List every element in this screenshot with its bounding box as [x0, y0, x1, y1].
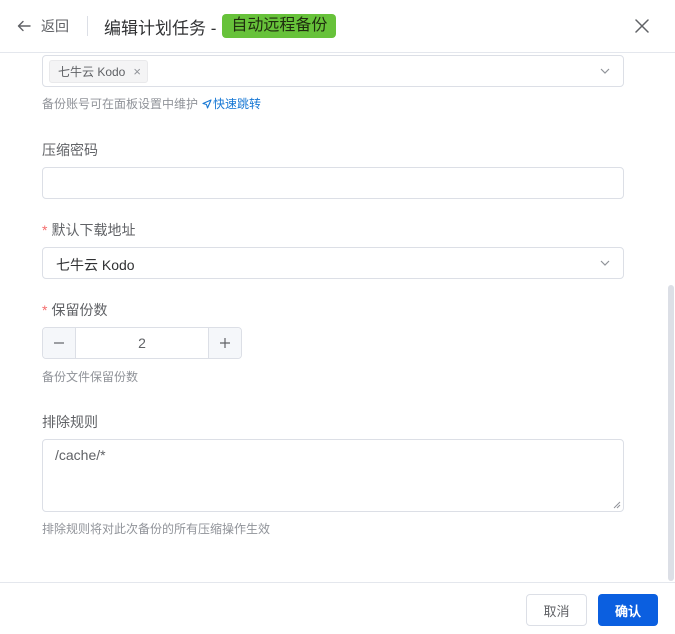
exclude-rules-textarea[interactable]: /cache/*	[42, 439, 624, 512]
required-mark: *	[42, 222, 48, 238]
chevron-down-icon	[600, 68, 610, 74]
cancel-button[interactable]: 取消	[526, 594, 587, 626]
confirm-button[interactable]: 确认	[598, 594, 658, 626]
hint-text: 备份账号可在面板设置中维护	[42, 97, 199, 111]
chevron-down-icon	[600, 260, 610, 266]
resize-handle-icon[interactable]	[613, 501, 621, 509]
retain-count-label: * 保留份数	[42, 300, 107, 320]
task-name-badge: 自动远程备份	[222, 14, 337, 38]
navigation-icon	[202, 99, 212, 109]
close-icon[interactable]	[632, 16, 652, 36]
drawer-header: 返回 编辑计划任务 - 自动远程备份	[0, 0, 675, 53]
back-button[interactable]: 返回	[16, 14, 69, 38]
tag-label: 七牛云 Kodo	[58, 65, 126, 79]
form-body: 七牛云 Kodo × 备份账号可在面板设置中维护 快速跳转 压缩密码 * 默认下载地…	[0, 54, 675, 582]
label-text: 排除规则	[42, 414, 98, 430]
required-mark: *	[42, 302, 48, 318]
backup-account-hint: 备份账号可在面板设置中维护 快速跳转	[42, 95, 261, 112]
back-label: 返回	[41, 18, 69, 34]
default-download-label: * 默认下载地址	[42, 220, 135, 240]
header-divider	[87, 16, 88, 36]
backup-account-tag: 七牛云 Kodo ×	[49, 60, 148, 83]
compress-password-input[interactable]	[42, 167, 624, 199]
default-download-select[interactable]: 七牛云 Kodo	[42, 247, 624, 279]
compress-password-label: 压缩密码	[42, 140, 98, 160]
label-text: 默认下载地址	[51, 222, 136, 238]
retain-count-input[interactable]: 2	[76, 335, 208, 351]
title-text: 编辑计划任务 -	[104, 18, 217, 38]
quick-jump-link[interactable]: 快速跳转	[202, 97, 261, 111]
retain-count-stepper: 2	[42, 327, 242, 359]
arrow-left-icon	[17, 20, 31, 32]
tag-close-icon[interactable]: ×	[133, 65, 141, 78]
scrollbar-thumb[interactable]	[668, 285, 674, 581]
exclude-rules-label: 排除规则	[42, 412, 98, 432]
minus-icon	[54, 342, 64, 344]
textarea-value: /cache/*	[55, 447, 106, 463]
backup-account-select[interactable]: 七牛云 Kodo ×	[42, 55, 624, 87]
label-text: 保留份数	[51, 302, 108, 318]
decrement-button[interactable]	[43, 328, 76, 358]
quick-jump-label: 快速跳转	[213, 97, 262, 111]
page-title: 编辑计划任务 - 自动远程备份	[104, 13, 337, 39]
hint-text: 排除规则将对此次备份的所有压缩操作生效	[42, 522, 271, 536]
drawer-footer: 取消 确认	[0, 582, 675, 634]
exclude-rules-hint: 排除规则将对此次备份的所有压缩操作生效	[42, 520, 270, 537]
retain-count-hint: 备份文件保留份数	[42, 368, 138, 385]
hint-text: 备份文件保留份数	[42, 370, 139, 384]
increment-button[interactable]	[208, 328, 241, 358]
label-text: 压缩密码	[42, 142, 98, 158]
selected-value: 七牛云 Kodo	[56, 257, 135, 273]
plus-icon	[220, 338, 230, 348]
